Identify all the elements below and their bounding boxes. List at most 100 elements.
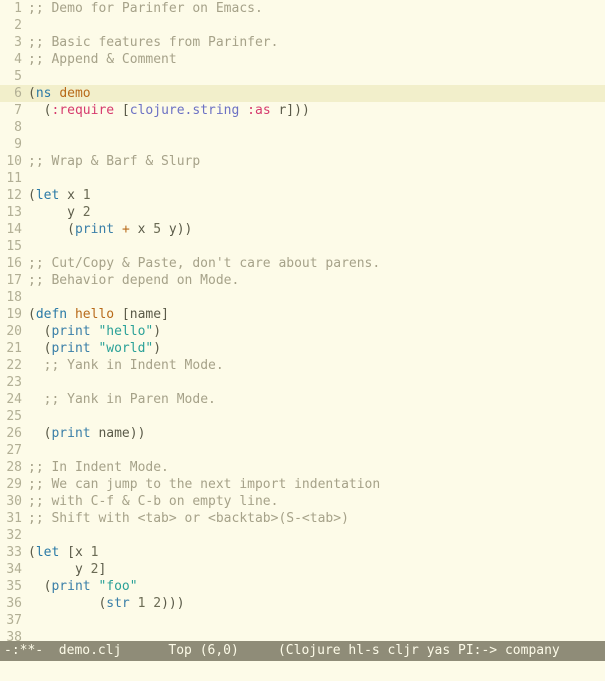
code-line[interactable]: 7 (:require [clojure.string :as r])) <box>0 102 605 119</box>
code-line[interactable]: 25 <box>0 408 605 425</box>
line-content[interactable]: ;; We can jump to the next import indent… <box>28 476 605 493</box>
token-p: x <box>59 188 82 203</box>
line-content[interactable]: ;; Yank in Paren Mode. <box>28 391 605 408</box>
emacs-frame: 1;; Demo for Parinfer on Emacs.23;; Basi… <box>0 0 605 681</box>
line-content[interactable]: (defn hello [name] <box>28 306 605 323</box>
line-number: 26 <box>0 425 28 442</box>
line-content[interactable] <box>28 68 605 85</box>
token-fn: print <box>51 426 90 441</box>
token-c: ;; In Indent Mode. <box>28 460 169 475</box>
code-line[interactable]: 22 ;; Yank in Indent Mode. <box>0 357 605 374</box>
token-p: ) <box>153 341 161 356</box>
line-content[interactable] <box>28 408 605 425</box>
line-content[interactable]: y 2] <box>28 561 605 578</box>
code-line[interactable]: 5 <box>0 68 605 85</box>
code-line[interactable]: 32 <box>0 527 605 544</box>
code-line[interactable]: 30;; with C-f & C-b on empty line. <box>0 493 605 510</box>
code-buffer[interactable]: 1;; Demo for Parinfer on Emacs.23;; Basi… <box>0 0 605 641</box>
line-content[interactable]: (let [x 1 <box>28 544 605 561</box>
line-content[interactable]: ;; Basic features from Parinfer. <box>28 34 605 51</box>
line-content[interactable]: y 2 <box>28 204 605 221</box>
code-line[interactable]: 28;; In Indent Mode. <box>0 459 605 476</box>
line-content[interactable] <box>28 374 605 391</box>
token-p <box>239 103 247 118</box>
code-line[interactable]: 37 <box>0 612 605 629</box>
line-content[interactable] <box>28 289 605 306</box>
code-line[interactable]: 29;; We can jump to the next import inde… <box>0 476 605 493</box>
line-content[interactable]: (print "world") <box>28 340 605 357</box>
line-content[interactable]: ;; Shift with <tab> or <backtab>(S-<tab>… <box>28 510 605 527</box>
code-line[interactable]: 8 <box>0 119 605 136</box>
token-c: ;; We can jump to the next import indent… <box>28 477 380 492</box>
line-content[interactable] <box>28 136 605 153</box>
token-p: [x <box>59 545 90 560</box>
modeline-position: Top (6,0) <box>168 641 238 661</box>
code-line[interactable]: 12(let x 1 <box>0 187 605 204</box>
line-content[interactable]: (str 1 2))) <box>28 595 605 612</box>
line-content[interactable] <box>28 119 605 136</box>
line-content[interactable]: (print "foo" <box>28 578 605 595</box>
token-fn: print <box>51 579 90 594</box>
code-line[interactable]: 20 (print "hello") <box>0 323 605 340</box>
code-line[interactable]: 24 ;; Yank in Paren Mode. <box>0 391 605 408</box>
line-content[interactable] <box>28 442 605 459</box>
code-line[interactable]: 15 <box>0 238 605 255</box>
line-content[interactable]: ;; Behavior depend on Mode. <box>28 272 605 289</box>
line-content[interactable]: (:require [clojure.string :as r])) <box>28 102 605 119</box>
line-content[interactable] <box>28 17 605 34</box>
code-line[interactable]: 33(let [x 1 <box>0 544 605 561</box>
code-line[interactable]: 4;; Append & Comment <box>0 51 605 68</box>
line-content[interactable]: ;; Demo for Parinfer on Emacs. <box>28 0 605 17</box>
line-content[interactable] <box>28 170 605 187</box>
line-content[interactable] <box>28 612 605 629</box>
code-line[interactable]: 1;; Demo for Parinfer on Emacs. <box>0 0 605 17</box>
code-line[interactable]: 10;; Wrap & Barf & Slurp <box>0 153 605 170</box>
line-content[interactable]: ;; Wrap & Barf & Slurp <box>28 153 605 170</box>
line-content[interactable] <box>28 238 605 255</box>
line-content[interactable]: ;; Append & Comment <box>28 51 605 68</box>
line-content[interactable]: (print "hello") <box>28 323 605 340</box>
code-line[interactable]: 16;; Cut/Copy & Paste, don't care about … <box>0 255 605 272</box>
code-line[interactable]: 23 <box>0 374 605 391</box>
code-line[interactable]: 6(ns demo <box>0 85 605 102</box>
token-p: ( <box>28 596 106 611</box>
token-p: ( <box>28 103 51 118</box>
code-line[interactable]: 38 <box>0 629 605 641</box>
code-line[interactable]: 21 (print "world") <box>0 340 605 357</box>
code-line[interactable]: 9 <box>0 136 605 153</box>
token-ky: :require <box>51 103 114 118</box>
code-line[interactable]: 14 (print + x 5 y)) <box>0 221 605 238</box>
token-p: name)) <box>91 426 146 441</box>
line-content[interactable]: ;; with C-f & C-b on empty line. <box>28 493 605 510</box>
token-c: ;; with C-f & C-b on empty line. <box>28 494 278 509</box>
code-line[interactable]: 3;; Basic features from Parinfer. <box>0 34 605 51</box>
code-line[interactable]: 35 (print "foo" <box>0 578 605 595</box>
minibuffer[interactable] <box>0 661 605 681</box>
code-line[interactable]: 17;; Behavior depend on Mode. <box>0 272 605 289</box>
line-content[interactable]: (print name)) <box>28 425 605 442</box>
code-line[interactable]: 34 y 2] <box>0 561 605 578</box>
line-content[interactable] <box>28 527 605 544</box>
token-n: 2 <box>153 596 161 611</box>
code-line[interactable]: 27 <box>0 442 605 459</box>
modeline-status: -:**- <box>4 641 43 661</box>
line-content[interactable]: (let x 1 <box>28 187 605 204</box>
line-content[interactable]: (ns demo <box>28 85 605 102</box>
code-line[interactable]: 31;; Shift with <tab> or <backtab>(S-<ta… <box>0 510 605 527</box>
line-content[interactable]: (print + x 5 y)) <box>28 221 605 238</box>
code-line[interactable]: 26 (print name)) <box>0 425 605 442</box>
line-content[interactable]: ;; Yank in Indent Mode. <box>28 357 605 374</box>
code-line[interactable]: 13 y 2 <box>0 204 605 221</box>
line-content[interactable]: ;; Cut/Copy & Paste, don't care about pa… <box>28 255 605 272</box>
line-content[interactable]: ;; In Indent Mode. <box>28 459 605 476</box>
code-line[interactable]: 19(defn hello [name] <box>0 306 605 323</box>
token-sym: clojure.string <box>130 103 240 118</box>
line-number: 21 <box>0 340 28 357</box>
code-line[interactable]: 36 (str 1 2))) <box>0 595 605 612</box>
code-line[interactable]: 2 <box>0 17 605 34</box>
line-number: 32 <box>0 527 28 544</box>
code-line[interactable]: 18 <box>0 289 605 306</box>
code-line[interactable]: 11 <box>0 170 605 187</box>
line-content[interactable] <box>28 629 605 641</box>
line-number: 1 <box>0 0 28 17</box>
